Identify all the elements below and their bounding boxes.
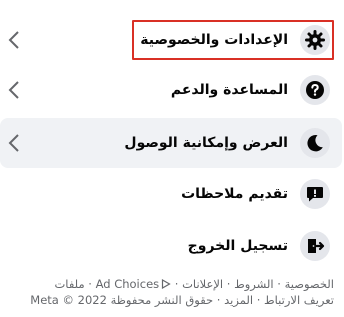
footer-link-cookies-part1[interactable]: ملفات bbox=[54, 277, 84, 291]
menu-item-label: تقديم ملاحظات bbox=[181, 186, 288, 202]
menu-item-give-feedback[interactable]: تقديم ملاحظات bbox=[0, 174, 342, 214]
account-menu: الإعدادات والخصوصية المساعدة والدعم العر… bbox=[0, 0, 344, 317]
menu-item-label: العرض وإمكانية الوصول bbox=[124, 135, 288, 151]
footer-link-more[interactable]: المزيد bbox=[224, 293, 253, 307]
footer-line-2[interactable]: تعريف الارتباط · المزيد · حقوق النشر محف… bbox=[4, 292, 334, 308]
menu-item-label: الإعدادات والخصوصية bbox=[140, 32, 288, 48]
moon-icon bbox=[300, 128, 330, 158]
footer-link-cookies-part2[interactable]: تعريف الارتباط bbox=[264, 293, 334, 307]
menu-item-log-out[interactable]: تسجيل الخروج bbox=[0, 226, 342, 266]
footer-line-1[interactable]: الخصوصية · الشروط · الإعلانات · Ad Choic… bbox=[4, 276, 334, 292]
footer-links: الخصوصية · الشروط · الإعلانات · Ad Choic… bbox=[4, 276, 334, 308]
footer-link-ad-choices[interactable]: Ad Choices bbox=[96, 277, 172, 291]
gear-icon bbox=[300, 25, 330, 55]
logout-icon bbox=[300, 231, 330, 261]
footer-link-terms[interactable]: الشروط bbox=[234, 277, 274, 291]
menu-item-label: تسجيل الخروج bbox=[187, 238, 288, 254]
feedback-icon bbox=[300, 179, 330, 209]
footer-copyright: حقوق النشر محفوظة Meta © 2022 bbox=[30, 293, 214, 307]
question-icon bbox=[300, 75, 330, 105]
chevron-left-icon bbox=[6, 30, 22, 50]
ad-choices-icon bbox=[162, 278, 171, 290]
chevron-left-icon bbox=[6, 80, 22, 100]
footer-link-ads[interactable]: الإعلانات bbox=[182, 277, 223, 291]
menu-item-settings-privacy[interactable]: الإعدادات والخصوصية bbox=[0, 20, 342, 60]
chevron-left-icon bbox=[6, 133, 22, 153]
menu-item-help-support[interactable]: المساعدة والدعم bbox=[0, 70, 342, 110]
footer-link-privacy[interactable]: الخصوصية bbox=[285, 277, 334, 291]
ad-choices-label: Ad Choices bbox=[95, 277, 160, 291]
menu-item-display-accessibility[interactable]: العرض وإمكانية الوصول bbox=[0, 118, 342, 168]
menu-item-label: المساعدة والدعم bbox=[170, 82, 288, 98]
